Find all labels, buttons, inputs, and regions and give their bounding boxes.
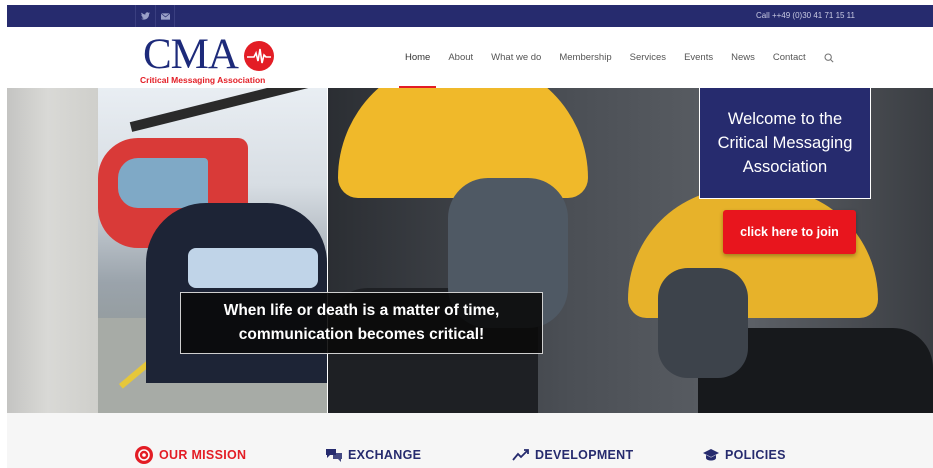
hero-background-wall (7, 88, 98, 413)
logo-heartbeat-icon (244, 41, 274, 71)
feature-exchange[interactable]: EXCHANGE (325, 443, 421, 467)
feature-policies[interactable]: POLICIES (702, 443, 786, 467)
feature-label: POLICIES (725, 448, 786, 462)
nav-item-services[interactable]: Services (630, 27, 666, 88)
main-nav: Home About What we do Membership Service… (398, 27, 838, 88)
feature-label: DEVELOPMENT (535, 448, 634, 462)
feature-label: OUR MISSION (159, 448, 247, 462)
search-icon[interactable] (824, 27, 838, 88)
site-header: CMA Critical Messaging Association Home … (7, 27, 933, 88)
hero-slider: Welcome to the Critical Messaging Associ… (7, 88, 933, 413)
logo-tagline: Critical Messaging Association (140, 75, 266, 85)
nav-item-contact[interactable]: Contact (773, 27, 806, 88)
hero-caption-text: When life or death is a matter of time, … (223, 302, 500, 343)
nav-item-home[interactable]: Home (398, 27, 437, 88)
chat-icon (325, 448, 343, 462)
hero-caption: When life or death is a matter of time, … (180, 292, 543, 354)
join-button[interactable]: click here to join (723, 210, 856, 254)
logo-letters: CMA (143, 31, 239, 78)
features-bar: OUR MISSION EXCHANGE DEVELOPMENT POLICIE… (7, 413, 933, 468)
feature-our-mission[interactable]: OUR MISSION (134, 443, 246, 467)
call-phone-text[interactable]: Call ++49 (0)30 41 71 15 11 (756, 5, 855, 27)
nav-item-what-we-do[interactable]: What we do (491, 27, 541, 88)
feature-label: EXCHANGE (348, 448, 422, 462)
trend-icon (512, 448, 530, 462)
welcome-text: Welcome to the Critical Messaging Associ… (717, 110, 853, 176)
nav-item-about[interactable]: About (448, 27, 473, 88)
nav-item-membership[interactable]: Membership (559, 27, 611, 88)
cma-logo[interactable]: CMA Critical Messaging Association (136, 31, 281, 85)
social-links (135, 5, 175, 27)
email-icon[interactable] (155, 5, 175, 27)
mission-icon (134, 445, 154, 465)
twitter-icon[interactable] (135, 5, 155, 27)
graduation-cap-icon (702, 448, 720, 462)
welcome-box: Welcome to the Critical Messaging Associ… (699, 88, 871, 199)
hero-photo-helicopter-crew (98, 88, 327, 413)
feature-development[interactable]: DEVELOPMENT (512, 443, 633, 467)
top-bar: Call ++49 (0)30 41 71 15 11 (7, 5, 933, 27)
nav-item-news[interactable]: News (731, 27, 755, 88)
nav-item-events[interactable]: Events (684, 27, 713, 88)
